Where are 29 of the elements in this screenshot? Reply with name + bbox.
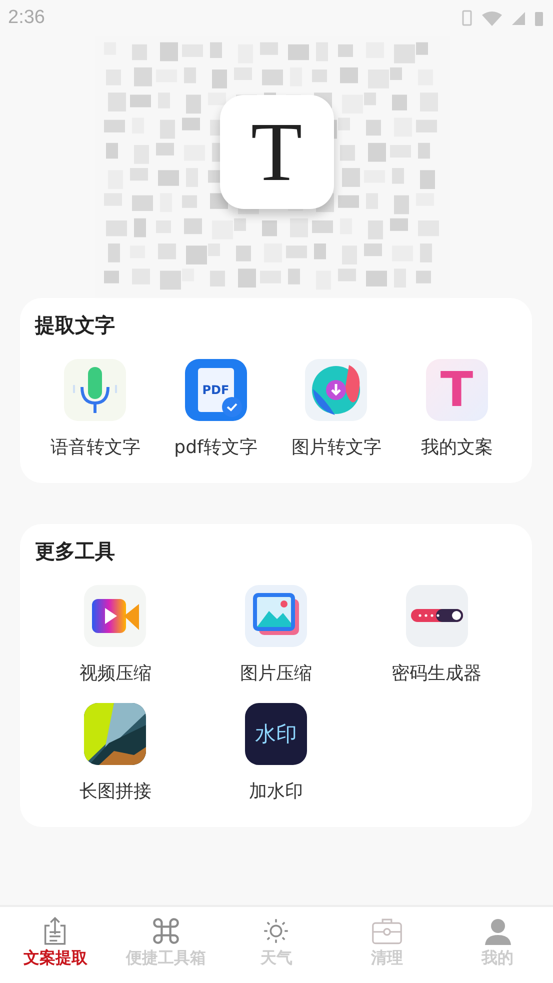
signal-icon — [512, 12, 525, 24]
tool-label[interactable]: 加水印 — [248, 779, 303, 803]
wifi-icon — [482, 10, 502, 26]
section-title: 提取文字 — [35, 312, 116, 339]
password-toggle-icon[interactable] — [406, 585, 468, 647]
battery-icon — [535, 10, 543, 26]
image-icon[interactable] — [244, 585, 307, 647]
person-icon — [482, 917, 513, 945]
split-photo-icon[interactable] — [84, 703, 146, 765]
nav-tab[interactable]: 文案提取 — [0, 907, 111, 983]
checkmark-icon — [222, 397, 242, 417]
status-time: 2:36 — [8, 7, 45, 29]
tool-label[interactable]: 图片压缩 — [240, 661, 312, 685]
tool-label[interactable]: 长图拼接 — [79, 779, 152, 803]
tool-label[interactable]: 视频压缩 — [79, 661, 152, 685]
app-logo: T — [220, 95, 334, 209]
tool-label[interactable]: 密码生成器 — [392, 661, 482, 685]
tool-label[interactable]: pdf转文字 — [174, 435, 258, 459]
video-camera-icon[interactable] — [84, 585, 146, 647]
briefcase-icon — [372, 917, 402, 945]
tool-label[interactable]: 我的文案 — [420, 435, 493, 459]
section-title: 更多工具 — [35, 538, 116, 565]
pdf-icon[interactable]: PDF — [184, 359, 247, 421]
microphone-icon[interactable] — [64, 359, 126, 421]
tool-label[interactable]: 图片转文字 — [291, 435, 382, 459]
tool-label[interactable]: 语音转文字 — [50, 435, 140, 459]
vibrate-icon — [462, 10, 472, 26]
watermark-icon[interactable]: 水印 — [244, 703, 307, 765]
command-icon — [150, 917, 181, 945]
